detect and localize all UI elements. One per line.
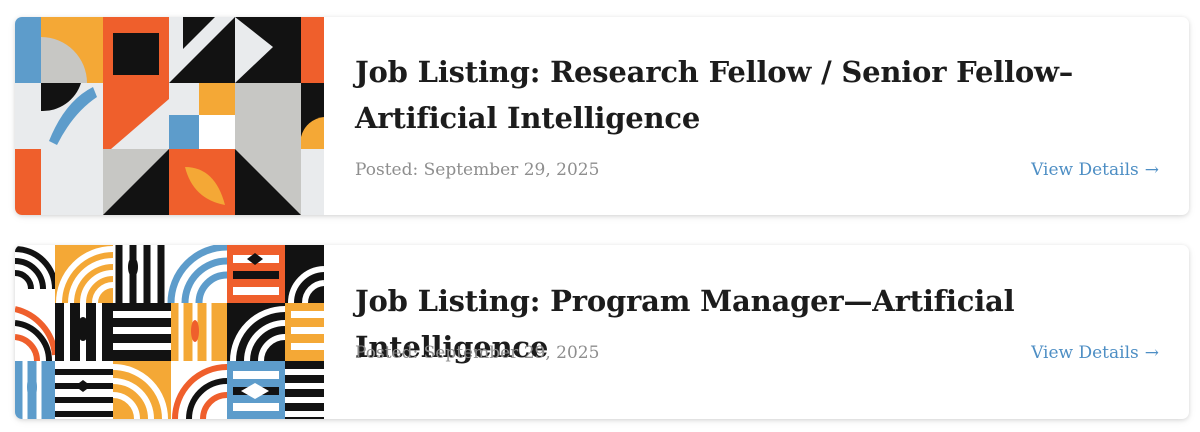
arrow-right-icon: → — [1144, 343, 1159, 363]
view-details-label: View Details — [1031, 160, 1139, 180]
job-card: Job Listing: Research Fellow / Senior Fe… — [15, 17, 1189, 215]
job-title[interactable]: Job Listing: Research Fellow / Senior Fe… — [355, 49, 1155, 141]
view-details-link[interactable]: View Details → — [1031, 158, 1159, 182]
view-details-link[interactable]: View Details → — [1031, 341, 1159, 365]
posted-date: Posted: September 29, 2025 — [355, 160, 600, 180]
posted-date: Posted: September 29, 2025 — [355, 343, 600, 363]
job-listings: Job Listing: Research Fellow / Senior Fe… — [0, 0, 1200, 432]
job-thumbnail[interactable] — [15, 17, 324, 215]
job-card: Job Listing: Program Manager—Artificial … — [15, 245, 1189, 419]
geometric-pattern-image — [15, 17, 324, 215]
arrow-right-icon: → — [1144, 160, 1159, 180]
job-thumbnail[interactable] — [15, 245, 324, 419]
arcs-stripes-pattern-image — [15, 245, 324, 419]
view-details-label: View Details — [1031, 343, 1139, 363]
